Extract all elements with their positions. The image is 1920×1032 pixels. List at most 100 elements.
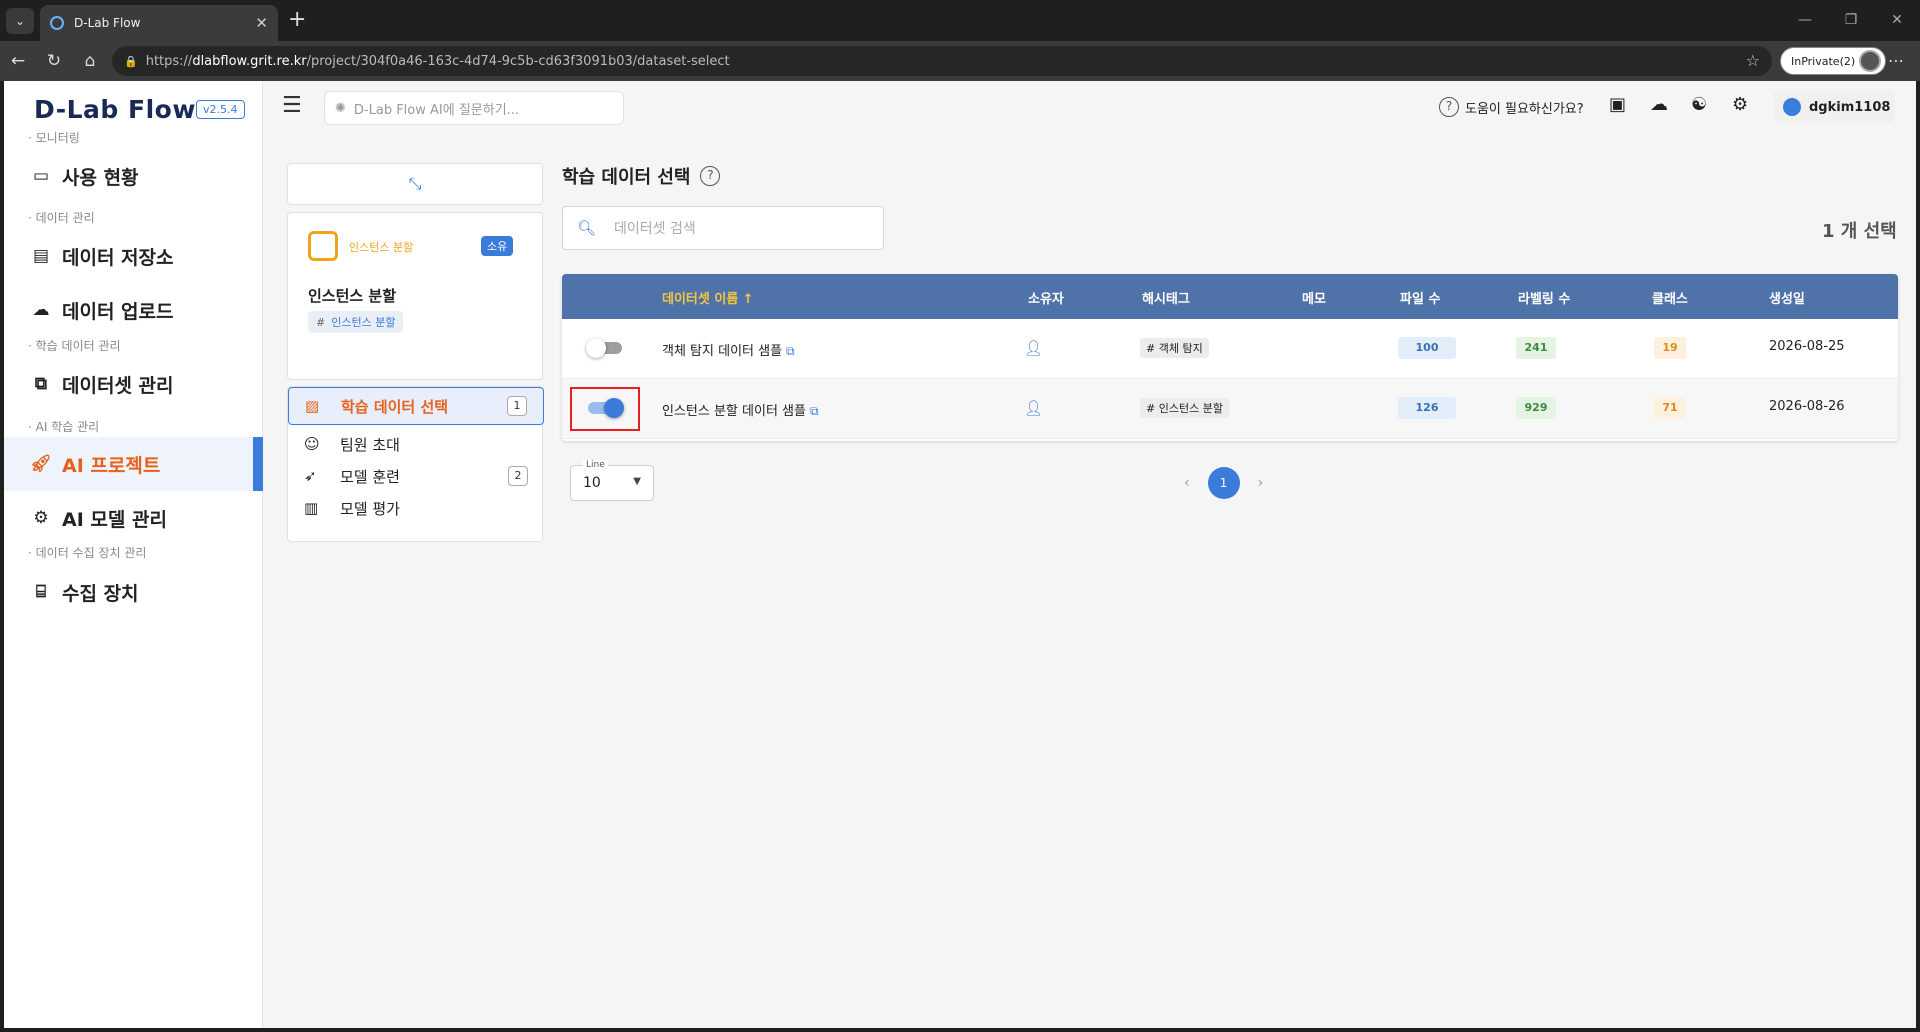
menu-item-evaluate[interactable]: ▥ 모델 평가	[288, 489, 544, 527]
ai-spark-icon: ✺	[335, 100, 346, 116]
rows-per-page-select[interactable]: Line 10 ▼	[570, 460, 654, 501]
inprivate-label: InPrivate(2)	[1791, 54, 1856, 68]
close-tab-icon[interactable]: ✕	[255, 14, 268, 32]
sidebar-item-label: 수집 장치	[62, 582, 139, 605]
page-title: 학습 데이터 선택 ?	[562, 163, 721, 189]
sidebar-item-usage[interactable]: ▭ 사용 현황	[4, 149, 263, 203]
settings-gear-icon[interactable]: ⚙	[1732, 94, 1748, 115]
reload-icon[interactable]: ↻	[36, 51, 72, 71]
menu-item-count: 2	[508, 466, 528, 486]
sidebar-item-label: 데이터셋 관리	[62, 374, 174, 397]
page-button-current[interactable]: 1	[1207, 467, 1240, 499]
sidebar-item-device[interactable]: ⌸ 수집 장치	[4, 565, 263, 619]
image-icon: ▨	[305, 397, 320, 415]
next-page-icon[interactable]: ›	[1258, 475, 1264, 491]
user-add-icon: ☺	[304, 435, 320, 453]
tab-list-chevron-icon[interactable]: ⌄	[6, 8, 34, 34]
browser-tab-title: D-Lab Flow	[74, 16, 141, 30]
lock-icon[interactable]: 🔒	[124, 55, 138, 68]
collapse-arrows-icon: ⤡	[408, 174, 422, 193]
app-logo[interactable]: D-Lab Flow	[34, 95, 196, 124]
dataset-icon: ⧉	[34, 374, 48, 394]
project-tag: # 인스턴스 분할	[308, 311, 404, 333]
column-header-memo[interactable]: 메모	[1302, 288, 1326, 307]
table-row: 객체 탐지 데이터 샘플 ⧉ 👤︎ # 객체 탐지 100 241 19 2026…	[562, 319, 1898, 379]
sidebar-section-ai: · AI 학습 관리	[28, 420, 100, 434]
column-header-owner[interactable]: 소유자	[1028, 288, 1064, 307]
restore-icon[interactable]: ❐	[1828, 0, 1874, 40]
sidebar-item-storage[interactable]: ▤ 데이터 저장소	[4, 229, 263, 283]
cloud-upload-icon: ☁	[32, 300, 50, 320]
bar-chart-icon: ▥	[304, 499, 319, 517]
korean-flag-icon[interactable]: ☯	[1691, 94, 1707, 115]
url-field[interactable]: 🔒 https://dlabflow.grit.re.kr/project/30…	[112, 46, 1772, 76]
hashtag-chip: # 객체 탐지	[1140, 338, 1209, 358]
device-icon: ⌸	[35, 582, 47, 602]
sidebar-item-label: AI 프로젝트	[62, 454, 161, 477]
back-arrow-icon[interactable]: ←	[0, 51, 36, 71]
menu-item-label: 팀원 초대	[340, 435, 400, 454]
new-tab-plus-icon[interactable]: +	[288, 7, 306, 32]
dataset-search-input[interactable]: 🔍︎ 데이터셋 검색	[562, 206, 884, 250]
column-header-files[interactable]: 파일 수	[1400, 288, 1440, 307]
favorite-star-icon[interactable]: ☆	[1746, 51, 1760, 70]
dataset-name: 인스턴스 분할 데이터 샘플	[662, 404, 806, 419]
dataset-select-toggle[interactable]	[586, 338, 624, 358]
sidebar-item-ai-model[interactable]: ⚙ AI 모델 관리	[4, 491, 263, 545]
column-header-labels[interactable]: 라벨링 수	[1518, 288, 1570, 307]
sidebar-item-label: 데이터 저장소	[62, 246, 174, 269]
project-tag-label: 인스턴스 분할	[331, 316, 396, 329]
sidebar-item-upload[interactable]: ☁ 데이터 업로드	[4, 283, 263, 337]
dataset-select-toggle[interactable]	[586, 398, 624, 418]
model-icon: ⚙	[33, 508, 49, 528]
sidebar-item-dataset[interactable]: ⧉ 데이터셋 관리	[4, 357, 263, 411]
collapse-panel-button[interactable]: ⤡	[287, 163, 543, 205]
sidebar-item-label: AI 모델 관리	[62, 508, 167, 531]
column-header-hashtag[interactable]: 해시태그	[1142, 288, 1190, 307]
rocket-icon: ➶	[304, 467, 317, 485]
label-count-chip: 241	[1516, 337, 1556, 359]
sidebar-item-label: 데이터 업로드	[62, 300, 174, 323]
column-header-name[interactable]: 데이터셋 이름 ↑	[662, 288, 754, 307]
home-icon[interactable]: ⌂	[72, 51, 108, 71]
help-link[interactable]: ? 도움이 필요하신가요?	[1439, 97, 1584, 117]
menu-toggle-icon[interactable]: ☰	[282, 93, 302, 118]
project-type: 인스턴스 분할	[349, 241, 414, 254]
sidebar-item-ai-project[interactable]: 🚀︎ AI 프로젝트	[4, 437, 263, 491]
project-name: 인스턴스 분할	[308, 287, 397, 305]
dataset-name: 객체 탐지 데이터 샘플	[662, 344, 783, 359]
sidebar-section-training-data: · 학습 데이터 관리	[28, 339, 121, 353]
menu-item-dataset-select[interactable]: ▨ 학습 데이터 선택 1	[288, 387, 544, 425]
menu-item-label: 학습 데이터 선택	[341, 397, 449, 416]
minimize-icon[interactable]: —	[1782, 0, 1828, 40]
username: dgkim1108	[1809, 99, 1891, 115]
user-menu-button[interactable]: dgkim1108	[1773, 91, 1895, 123]
version-badge: v2.5.4	[196, 100, 245, 119]
cloud-upload-icon[interactable]: ☁	[1650, 94, 1668, 115]
dataset-name-link[interactable]: 인스턴스 분할 데이터 샘플 ⧉	[662, 400, 819, 419]
column-header-classes[interactable]: 클래스	[1652, 288, 1688, 307]
window-close-icon[interactable]: ✕	[1874, 0, 1920, 40]
help-question-icon[interactable]: ?	[700, 166, 721, 186]
sidebar: D-Lab Flow v2.5.4 · 모니터링 ▭ 사용 현황 · 데이터 관…	[4, 81, 263, 1028]
external-link-icon[interactable]: ⧉	[810, 404, 819, 418]
file-count-chip: 100	[1398, 337, 1456, 359]
class-count-chip: 19	[1654, 337, 1686, 359]
column-header-created[interactable]: 생성일	[1769, 288, 1805, 307]
prev-page-icon[interactable]: ‹	[1184, 475, 1190, 491]
more-options-icon[interactable]: ⋯	[1888, 51, 1904, 70]
external-link-icon[interactable]: ⧉	[786, 344, 795, 358]
archive-icon[interactable]: ▣	[1609, 94, 1626, 115]
file-count-chip: 126	[1398, 397, 1456, 419]
selected-count: 1 개 선택	[1822, 221, 1897, 242]
address-bar-row: ← ↻ ⌂ 🔒 https://dlabflow.grit.re.kr/proj…	[0, 41, 1920, 81]
inprivate-profile-button[interactable]: InPrivate(2)	[1780, 47, 1887, 75]
dataset-name-link[interactable]: 객체 탐지 데이터 샘플 ⧉	[662, 340, 795, 359]
top-bar: ☰ ✺ D-Lab Flow AI에 질문하기... ? 도움이 필요하신가요?…	[264, 81, 1916, 133]
menu-item-label: 모델 훈련	[340, 467, 400, 486]
project-type-logo-icon	[308, 231, 338, 261]
browser-tab[interactable]: D-Lab Flow ✕	[40, 5, 278, 41]
url-host: dlabflow.grit.re.kr	[192, 53, 307, 69]
menu-item-count: 1	[507, 396, 527, 416]
ai-question-input[interactable]: ✺ D-Lab Flow AI에 질문하기...	[324, 91, 624, 125]
